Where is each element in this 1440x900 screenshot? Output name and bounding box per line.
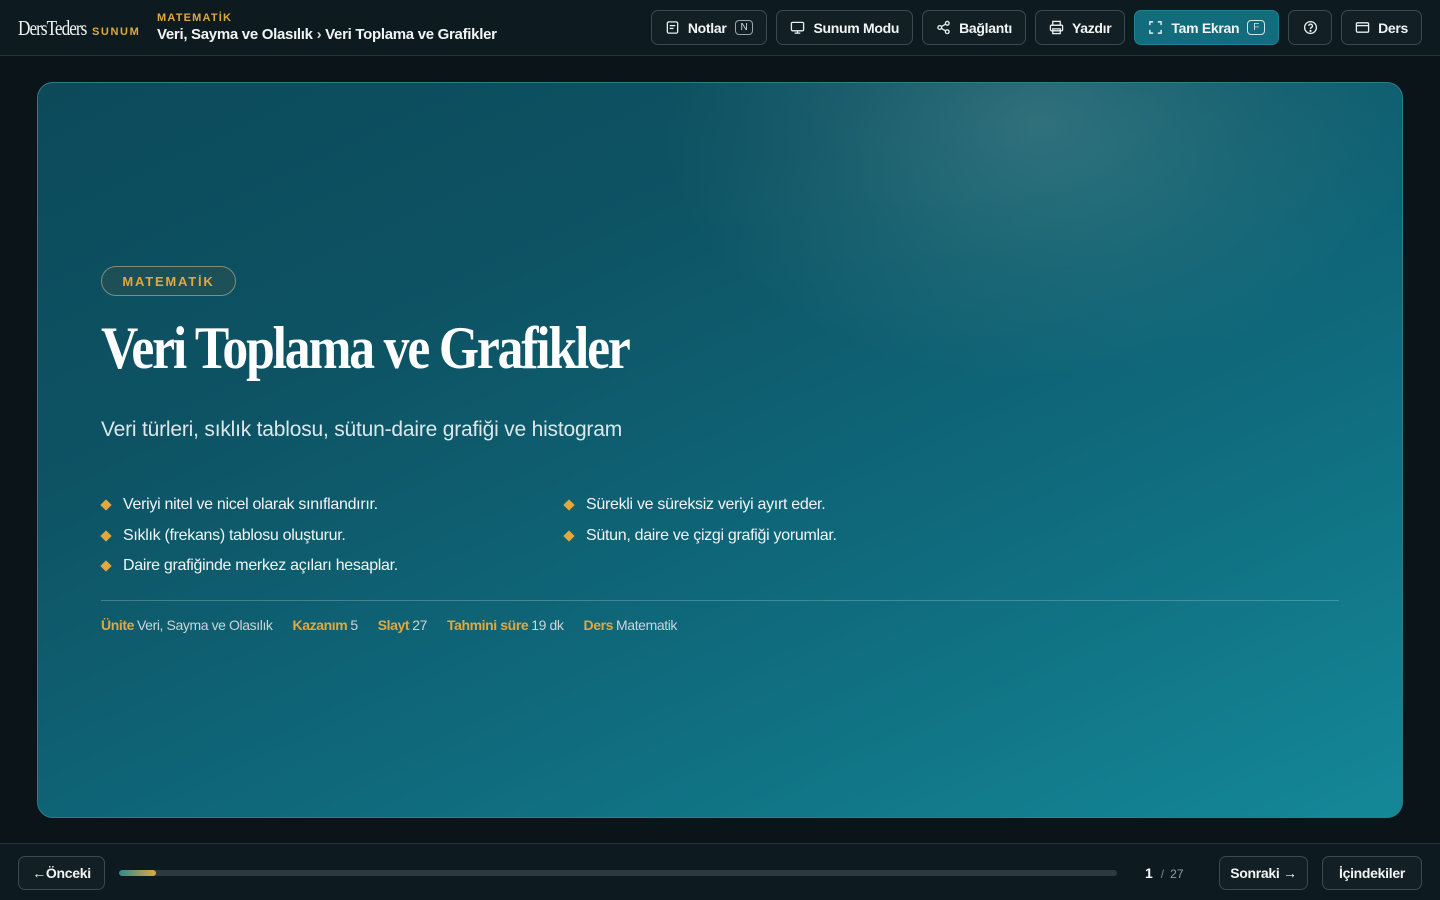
next-button[interactable]: Sonraki → [1219,856,1308,890]
help-button[interactable] [1288,10,1333,45]
goal-item: Veriyi nitel ve nicel olarak sınıflandır… [100,496,378,514]
brand-name: DersTeders [18,16,87,40]
brand-logo[interactable]: DersTeders SUNUM [18,16,140,41]
meta-value: 5 [350,617,358,633]
fullscreen-label: Tam Ekran [1171,19,1240,36]
meta-value: Matematik [616,617,678,633]
meta-key: Slayt [377,617,410,633]
bullet-diamond-icon [100,560,112,572]
bullet-diamond-icon [563,499,575,511]
breadcrumb-separator: › [316,26,322,43]
bullet-diamond-icon [563,530,575,542]
slide-title: Veri Toplama ve Grafikler [101,315,631,381]
meta-value: Veri, Sayma ve Olasılık [137,617,273,633]
share-link-label: Bağlantı [959,19,1012,36]
print-button[interactable]: Yazdır [1034,10,1126,45]
meta-duration: Tahmini süre 19 dk [447,617,564,633]
lesson-label: Ders [1378,19,1408,36]
notes-icon [666,21,679,34]
print-label: Yazdır [1071,19,1112,36]
meta-key: Tahmini süre [446,617,529,633]
fullscreen-icon [1149,21,1163,34]
goal-item: Daire grafiğinde merkez açıları hesaplar… [100,557,398,575]
meta-unit: Ünite Veri, Sayma ve Olasılık [101,617,273,633]
monitor-icon [791,21,805,34]
meta-value: 27 [412,617,427,633]
progress-fill [119,870,156,876]
meta-key: Ders [583,617,614,633]
share-icon [937,20,950,35]
slide-card: MATEMATİK Veri Toplama ve Grafikler Veri… [37,82,1403,818]
breadcrumb-unit: Veri, Sayma ve Olasılık [157,26,313,43]
previous-button[interactable]: ←Önceki [18,856,105,890]
slide-stage: MATEMATİK Veri Toplama ve Grafikler Veri… [0,57,1440,843]
goal-text: Veriyi nitel ve nicel olarak sınıflandır… [123,496,378,513]
notes-label: Notlar [687,19,727,36]
bullet-diamond-icon [100,499,112,511]
progress-bar[interactable] [119,870,1117,876]
meta-outcomes: Kazanım 5 [292,617,359,633]
page-separator: / [1160,867,1165,881]
breadcrumb-path: Veri, Sayma ve Olasılık › Veri Toplama v… [157,25,497,45]
goal-item: Sıklık (frekans) tablosu oluşturur. [100,527,346,545]
page-indicator: 1 / 27 [1145,865,1184,881]
goal-item: Sütun, daire ve çizgi grafiği yorumlar. [563,527,837,545]
current-page: 1 [1145,865,1153,881]
breadcrumb-lesson: Veri Toplama ve Grafikler [325,26,497,43]
slide-subtitle: Veri türleri, sıklık tablosu, sütun-dair… [101,418,622,441]
present-mode-label: Sunum Modu [813,19,900,36]
table-of-contents-button[interactable]: İçindekiler [1322,856,1422,890]
subject-badge: MATEMATİK [101,266,236,296]
goal-text: Sürekli ve süreksiz veriyi ayırt eder. [586,496,826,513]
meta-slides: Slayt 27 [377,617,428,633]
breadcrumb-subject: MATEMATİK [157,12,233,24]
notes-shortcut: N [734,20,754,35]
goal-text: Daire grafiğinde merkez açıları hesaplar… [123,557,398,574]
toolbar: Notlar N Sunum Modu Bağlantı Yazdır Tam … [650,10,1422,45]
window-icon [1355,22,1370,33]
share-link-button[interactable]: Bağlantı [922,10,1026,45]
breadcrumb: MATEMATİK Veri, Sayma ve Olasılık › Veri… [157,11,497,45]
brand-tag: SUNUM [92,26,141,38]
meta-course: Ders Matematik [584,617,678,633]
help-icon [1303,20,1317,35]
meta-value: 19 dk [531,617,564,633]
goal-text: Sıklık (frekans) tablosu oluşturur. [123,527,346,544]
learning-goals: Veriyi nitel ve nicel olarak sınıflandır… [100,496,921,588]
meta-key: Ünite [101,617,135,633]
bullet-diamond-icon [100,530,112,542]
bottom-bar: ←Önceki 1 / 27 Sonraki → İçindekiler [0,843,1440,900]
meta-key: Kazanım [292,617,348,633]
present-mode-button[interactable]: Sunum Modu [776,10,914,45]
total-pages: 27 [1170,867,1184,881]
printer-icon [1049,20,1064,35]
goal-item: Sürekli ve süreksiz veriyi ayırt eder. [563,496,826,514]
goal-text: Sütun, daire ve çizgi grafiği yorumlar. [586,527,837,544]
fullscreen-button[interactable]: Tam Ekran F [1134,10,1280,45]
lesson-button[interactable]: Ders [1341,10,1422,45]
slide-meta: Ünite Veri, Sayma ve Olasılık Kazanım 5 Sl… [101,617,677,633]
top-bar: DersTeders SUNUM MATEMATİK Veri, Sayma v… [0,0,1440,56]
meta-divider [101,600,1339,601]
notes-button[interactable]: Notlar N [650,10,768,45]
fullscreen-shortcut: F [1247,20,1266,35]
